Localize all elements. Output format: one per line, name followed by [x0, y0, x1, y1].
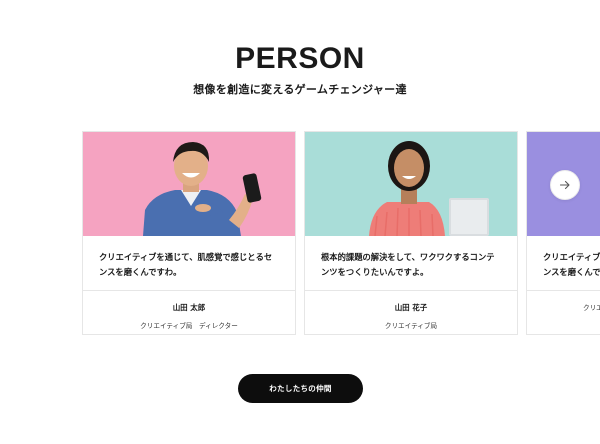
quote-line: クリエイティブを通じて、肌感覚で感じとるセ [543, 252, 600, 262]
quote-line: ンスを磨くんですわ。 [543, 267, 600, 277]
person-card[interactable]: 根本的課題の解決をして、ワクワクするコンテ ンツをつくりたいんですよ。 山田 花… [304, 131, 518, 335]
quote-line: ンスを磨くんですわ。 [99, 267, 182, 277]
section-title: PERSON [235, 42, 365, 75]
person-role: クリエイティブ局 [384, 322, 438, 330]
person-name: 山田 花子 [394, 303, 428, 312]
person-photo [83, 132, 295, 236]
person-card[interactable]: クリエイティブを通じて、肌感覚で感じとるセ ンスを磨くんですわ。 クリエイティブ… [526, 131, 600, 335]
person-quote: クリエイティブを通じて、肌感覚で感じとるセ ンスを磨くんですわ。 [527, 236, 600, 291]
person-card[interactable]: クリエイティブを通じて、肌感覚で感じとるセ ンスを磨くんですわ。 山田 太郎 ク… [82, 131, 296, 335]
person-role: クリエイティブ局 ディレクター [140, 322, 238, 330]
person-name: 山田 太郎 [172, 303, 206, 312]
arrow-right-icon [559, 180, 570, 190]
person-quote: 根本的課題の解決をして、ワクワクするコンテ ンツをつくりたいんですよ。 [305, 236, 517, 291]
person-role: クリエイティブ局 [583, 304, 600, 312]
person-photo [305, 132, 517, 236]
quote-line: クリエイティブを通じて、肌感覚で感じとるセ [99, 252, 273, 262]
quote-line: ンツをつくりたいんですよ。 [321, 267, 429, 277]
person-carousel[interactable]: クリエイティブを通じて、肌感覚で感じとるセ ンスを磨くんですわ。 山田 太郎 ク… [0, 131, 600, 336]
person-quote: クリエイティブを通じて、肌感覚で感じとるセ ンスを磨くんですわ。 [83, 236, 295, 291]
quote-line: 根本的課題の解決をして、ワクワクするコンテ [321, 252, 495, 262]
section-subtitle: 想像を創造に変えるゲームチェンジャー達 [193, 83, 407, 96]
members-button[interactable]: わたしたちの仲間 [238, 374, 363, 403]
carousel-next-button[interactable] [550, 170, 580, 200]
